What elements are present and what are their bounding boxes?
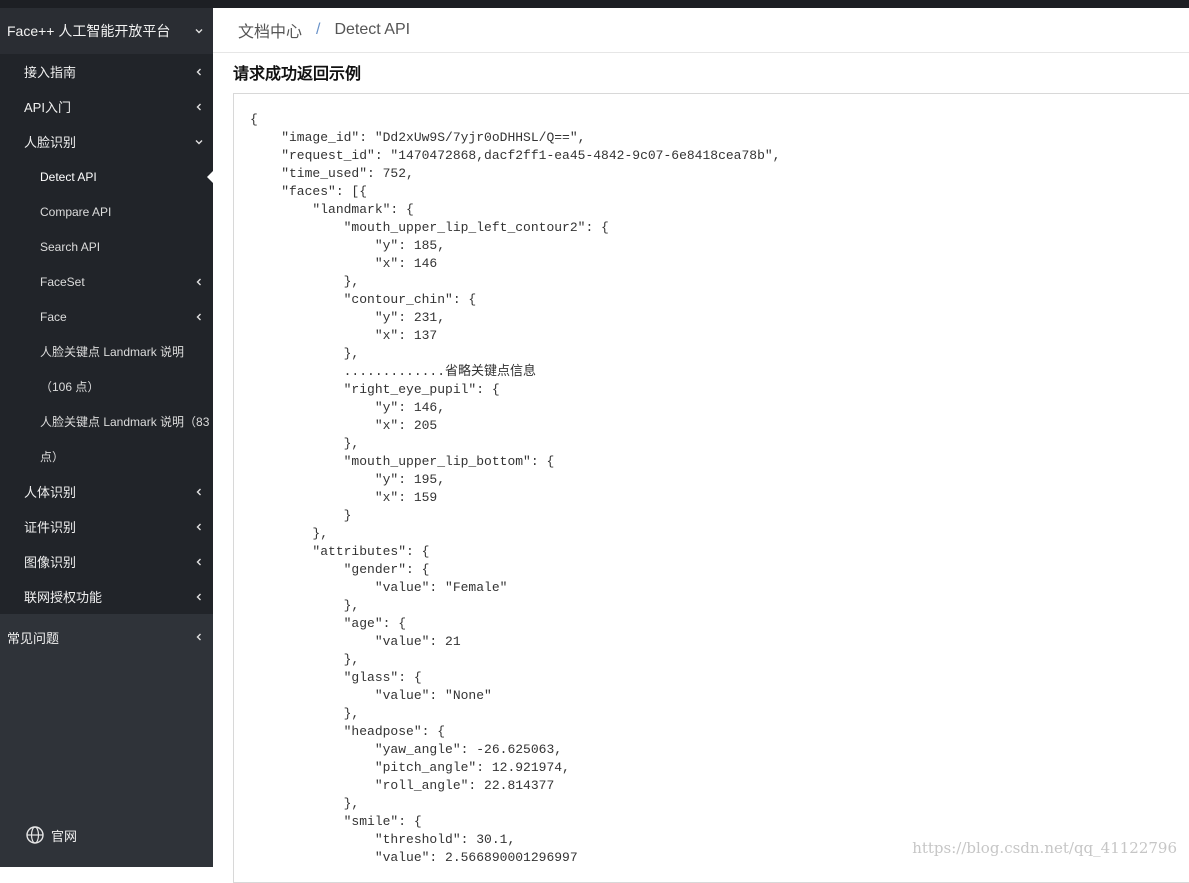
sidebar-item-label: 人脸关键点 Landmark 说明	[40, 345, 185, 359]
sidebar-item-label: 人体识别	[24, 485, 77, 500]
sidebar-item-landmark-106[interactable]: 人脸关键点 Landmark 说明	[0, 334, 213, 369]
sidebar-item-image-recognition[interactable]: 图像识别	[0, 544, 213, 579]
watermark: https://blog.csdn.net/qq_41122796	[912, 839, 1177, 857]
sidebar-menu: 接入指南 API入门 人脸识别 Detect API Compare API S…	[0, 54, 213, 614]
chevron-left-icon	[194, 277, 204, 287]
sidebar-item-landmark-106-cont[interactable]: （106 点）	[0, 369, 213, 404]
sidebar-item-label: 常见问题	[7, 630, 60, 646]
sidebar-item-search-api[interactable]: Search API	[0, 229, 213, 264]
sidebar-item-face-recognition[interactable]: 人脸识别	[0, 124, 213, 159]
sidebar-item-label: 证件识别	[24, 520, 77, 535]
breadcrumb: 文档中心 / Detect API	[213, 8, 1189, 53]
globe-icon	[26, 826, 44, 844]
sidebar-item-faceset[interactable]: FaceSet	[0, 264, 213, 299]
sidebar: Face++ 人工智能开放平台 接入指南 API入门 人脸识别 Detect A…	[0, 8, 213, 867]
sidebar-item-label: 接入指南	[24, 65, 77, 80]
chevron-down-icon	[194, 137, 204, 147]
sidebar-item-online-auth[interactable]: 联网授权功能	[0, 579, 213, 614]
sidebar-item-face[interactable]: Face	[0, 299, 213, 334]
sidebar-item-label: Face	[40, 309, 67, 324]
sidebar-item-label: 人脸识别	[24, 135, 77, 150]
sidebar-item-api-intro[interactable]: API入门	[0, 89, 213, 124]
section-title: 请求成功返回示例	[233, 66, 362, 83]
sidebar-item-body-recognition[interactable]: 人体识别	[0, 474, 213, 509]
official-site-label: 官网	[51, 828, 78, 844]
sidebar-item-landmark-83-cont[interactable]: 点）	[0, 439, 213, 474]
sidebar-item-label: 联网授权功能	[24, 590, 103, 605]
sidebar-item-compare-api[interactable]: Compare API	[0, 194, 213, 229]
breadcrumb-separator: /	[316, 21, 321, 38]
breadcrumb-root-link[interactable]: 文档中心	[238, 18, 302, 42]
sidebar-item-detect-api[interactable]: Detect API	[0, 159, 213, 194]
sidebar-item-label: 点）	[40, 450, 65, 464]
sidebar-item-label: Search API	[40, 239, 101, 254]
sidebar-item-label: 人脸关键点 Landmark 说明（83	[40, 415, 210, 429]
sidebar-item-label: FaceSet	[40, 274, 85, 289]
sidebar-item-id-recognition[interactable]: 证件识别	[0, 509, 213, 544]
chevron-left-icon	[194, 522, 204, 532]
official-site-link[interactable]: 官网	[25, 825, 77, 845]
code-block: { "image_id": "Dd2xUw9S/7yjr0oDHHSL/Q=="…	[233, 93, 1189, 883]
sidebar-item-label: 图像识别	[24, 555, 77, 570]
chevron-left-icon	[194, 102, 204, 112]
chevron-left-icon	[194, 557, 204, 567]
top-bar	[0, 0, 1189, 8]
sidebar-item-label: Detect API	[40, 169, 97, 184]
chevron-down-icon	[194, 26, 204, 36]
sidebar-item-label: API入门	[24, 100, 71, 115]
sidebar-item-label: Compare API	[40, 204, 112, 219]
json-response-sample: { "image_id": "Dd2xUw9S/7yjr0oDHHSL/Q=="…	[250, 112, 781, 865]
chevron-left-icon	[194, 312, 204, 322]
chevron-left-icon	[194, 67, 204, 77]
sidebar-item-landmark-83[interactable]: 人脸关键点 Landmark 说明（83	[0, 404, 213, 439]
chevron-left-icon	[194, 487, 204, 497]
chevron-left-icon	[194, 632, 204, 642]
platform-title: Face++ 人工智能开放平台	[7, 23, 171, 39]
main-content: 文档中心 / Detect API 请求成功返回示例 { "image_id":…	[213, 8, 1189, 883]
sidebar-item-faq[interactable]: 常见问题	[0, 614, 213, 660]
platform-menu-header[interactable]: Face++ 人工智能开放平台	[0, 8, 213, 54]
sidebar-item-label: （106 点）	[40, 380, 100, 394]
breadcrumb-current: Detect API	[334, 21, 411, 38]
chevron-left-icon	[194, 592, 204, 602]
sidebar-item-access-guide[interactable]: 接入指南	[0, 54, 213, 89]
